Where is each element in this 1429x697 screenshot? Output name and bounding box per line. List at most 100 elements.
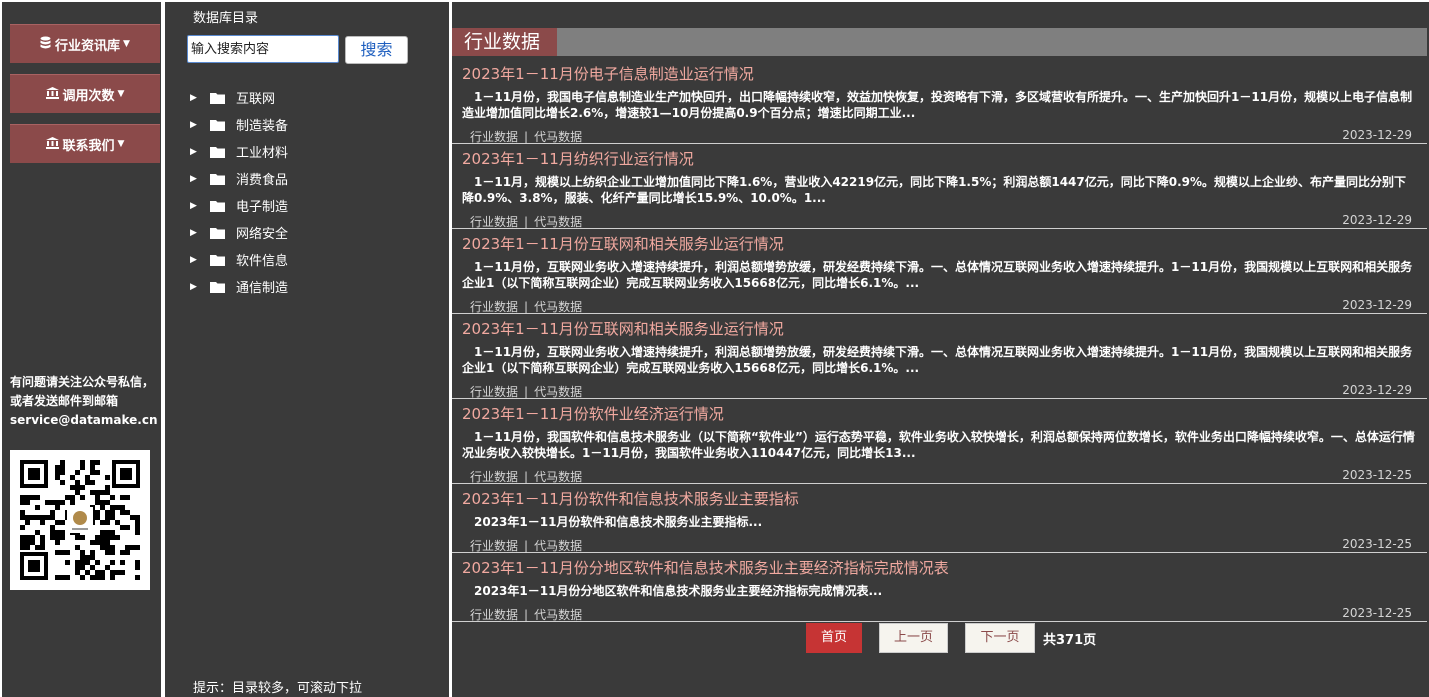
article-title[interactable]: 2023年1－11月份软件业经济运行情况 xyxy=(462,403,724,424)
article-title[interactable]: 2023年1－11月份互联网和相关服务业运行情况 xyxy=(462,318,784,339)
article-meta: 行业数据 | 代马数据 xyxy=(470,213,582,230)
nav-industry-news-button[interactable]: 行业资讯库 ▼ xyxy=(10,24,160,63)
section-title: 行业数据 xyxy=(452,28,557,56)
article-summary: 2023年1－11月份分地区软件和信息技术服务业主要经济指标完成情况表... xyxy=(474,584,883,598)
article-meta: 行业数据 | 代马数据 xyxy=(470,298,582,315)
tree-item[interactable]: ▶ 网络安全 xyxy=(190,219,288,246)
article-title[interactable]: 2023年1－11月份电子信息制造业运行情况 xyxy=(462,63,754,84)
caret-right-icon[interactable]: ▶ xyxy=(190,255,210,265)
meta-separator: | xyxy=(524,385,529,399)
bank-icon xyxy=(45,136,59,152)
article-summary: 1－11月，规模以上纺织企业工业增加值同比下降1.6%，营业收入42219亿元，… xyxy=(462,175,1407,205)
pagination: 首页 上一页 下一页 共371页 xyxy=(806,623,1096,653)
folder-icon xyxy=(210,200,236,212)
caret-right-icon[interactable]: ▶ xyxy=(190,120,210,130)
article-source[interactable]: 代马数据 xyxy=(534,608,582,622)
article-item[interactable]: 2023年1－11月份分地区软件和信息技术服务业主要经济指标完成情况表 2023年… xyxy=(452,553,1427,622)
article-date: 2023-12-29 xyxy=(1342,383,1412,397)
search-button[interactable]: 搜索 xyxy=(345,36,408,64)
article-date: 2023-12-25 xyxy=(1342,606,1412,620)
section-header: 行业数据 xyxy=(452,28,1427,56)
database-icon xyxy=(40,36,51,52)
catalog-title: 数据库目录 xyxy=(193,11,259,26)
article-title[interactable]: 2023年1－11月份软件和信息技术服务业主要指标 xyxy=(462,488,799,509)
article-source[interactable]: 代马数据 xyxy=(534,300,582,314)
tree-item-label: 消费食品 xyxy=(236,173,289,188)
folder-icon xyxy=(210,173,236,185)
article-category[interactable]: 行业数据 xyxy=(470,539,518,553)
article-category[interactable]: 行业数据 xyxy=(470,608,518,622)
prev-page-button[interactable]: 上一页 xyxy=(879,623,948,653)
nav-contact-label: 联系我们 xyxy=(62,138,115,154)
tree-item[interactable]: ▶ 工业材料 xyxy=(190,138,288,165)
article-item[interactable]: 2023年1－11月份互联网和相关服务业运行情况 1－11月份，互联网业务收入增速… xyxy=(452,314,1427,399)
article-source[interactable]: 代马数据 xyxy=(534,385,582,399)
tree-item[interactable]: ▶ 制造装备 xyxy=(190,111,288,138)
article-source[interactable]: 代马数据 xyxy=(534,215,582,229)
tree-item[interactable]: ▶ 互联网 xyxy=(190,84,288,111)
article-date: 2023-12-29 xyxy=(1342,298,1412,312)
caret-right-icon[interactable]: ▶ xyxy=(190,147,210,157)
nav-call-count-button[interactable]: 调用次数 ▼ xyxy=(10,74,160,113)
folder-icon xyxy=(210,281,236,293)
nav-industry-news-label: 行业资讯库 xyxy=(55,38,121,54)
caret-right-icon[interactable]: ▶ xyxy=(190,282,210,292)
folder-icon xyxy=(210,146,236,158)
tree-item[interactable]: ▶ 电子制造 xyxy=(190,192,288,219)
next-page-button[interactable]: 下一页 xyxy=(965,623,1035,653)
tree-item[interactable]: ▶ 软件信息 xyxy=(190,246,288,273)
caret-down-icon: ▼ xyxy=(117,89,125,99)
caret-right-icon[interactable]: ▶ xyxy=(190,93,210,103)
article-summary: 1－11月份，互联网业务收入增速持续提升，利润总额增势放缓，研发经费持续下滑。一… xyxy=(462,345,1413,375)
nav-call-count-label: 调用次数 xyxy=(62,88,115,104)
article-source[interactable]: 代马数据 xyxy=(534,470,582,484)
caret-down-icon: ▼ xyxy=(117,139,125,149)
contact-note: 有问题请关注公众号私信，或者发送邮件到邮箱 service@datamake.c… xyxy=(10,373,160,430)
tree-item-label: 软件信息 xyxy=(236,254,289,269)
article-category[interactable]: 行业数据 xyxy=(470,215,518,229)
article-meta: 行业数据 | 代马数据 xyxy=(470,537,582,554)
article-title[interactable]: 2023年1－11月份互联网和相关服务业运行情况 xyxy=(462,233,784,254)
article-meta: 行业数据 | 代马数据 xyxy=(470,383,582,400)
meta-separator: | xyxy=(524,215,529,229)
folder-icon xyxy=(210,119,236,131)
article-source[interactable]: 代马数据 xyxy=(534,130,582,144)
nav-contact-button[interactable]: 联系我们 ▼ xyxy=(10,124,160,163)
caret-right-icon[interactable]: ▶ xyxy=(190,201,210,211)
article-date: 2023-12-25 xyxy=(1342,537,1412,551)
article-title[interactable]: 2023年1－11月份分地区软件和信息技术服务业主要经济指标完成情况表 xyxy=(462,557,949,578)
article-title[interactable]: 2023年1－11月纺织行业运行情况 xyxy=(462,148,694,169)
article-item[interactable]: 2023年1－11月纺织行业运行情况 1－11月，规模以上纺织企业工业增加值同比下… xyxy=(452,144,1427,229)
folder-icon xyxy=(210,227,236,239)
article-meta: 行业数据 | 代马数据 xyxy=(470,606,582,623)
article-item[interactable]: 2023年1－11月份软件业经济运行情况 1－11月份，我国软件和信息技术服务业（… xyxy=(452,399,1427,484)
article-date: 2023-12-29 xyxy=(1342,128,1412,142)
article-summary: 1－11月份，我国电子信息制造业生产加快回升，出口降幅持续收窄，效益加快恢复，投… xyxy=(462,90,1413,120)
article-item[interactable]: 2023年1－11月份软件和信息技术服务业主要指标 2023年1－11月份软件和信… xyxy=(452,484,1427,553)
tree-item-label: 电子制造 xyxy=(236,200,289,215)
article-category[interactable]: 行业数据 xyxy=(470,470,518,484)
catalog-panel: 数据库目录 搜索 ▶ 互联网 ▶ 制造装备 ▶ 工业材料 ▶ 消费食品 ▶ 电子制造 ▶ 网络安全 ▶ 软… xyxy=(165,2,449,697)
contact-note-text: 有问题请关注公众号私信，或者发送邮件到邮箱 xyxy=(10,375,155,408)
meta-separator: | xyxy=(524,539,529,553)
tree-item[interactable]: ▶ 通信制造 xyxy=(190,273,288,300)
article-source[interactable]: 代马数据 xyxy=(534,539,582,553)
folder-icon xyxy=(210,254,236,266)
bank-icon xyxy=(45,86,59,102)
meta-separator: | xyxy=(524,470,529,484)
tree-item-label: 互联网 xyxy=(236,92,276,107)
contact-email: service@datamake.cn xyxy=(10,413,158,427)
scroll-hint: 提示：目录较多，可滚动下拉 xyxy=(193,681,363,696)
caret-right-icon[interactable]: ▶ xyxy=(190,228,210,238)
caret-right-icon[interactable]: ▶ xyxy=(190,174,210,184)
article-category[interactable]: 行业数据 xyxy=(470,385,518,399)
total-pages: 共371页 xyxy=(1043,632,1097,648)
meta-separator: | xyxy=(524,300,529,314)
article-item[interactable]: 2023年1－11月份电子信息制造业运行情况 1－11月份，我国电子信息制造业生产… xyxy=(452,59,1427,144)
tree-item[interactable]: ▶ 消费食品 xyxy=(190,165,288,192)
first-page-button[interactable]: 首页 xyxy=(806,623,862,653)
article-category[interactable]: 行业数据 xyxy=(470,130,518,144)
article-category[interactable]: 行业数据 xyxy=(470,300,518,314)
search-input[interactable] xyxy=(187,35,339,63)
article-item[interactable]: 2023年1－11月份互联网和相关服务业运行情况 1－11月份，互联网业务收入增速… xyxy=(452,229,1427,314)
